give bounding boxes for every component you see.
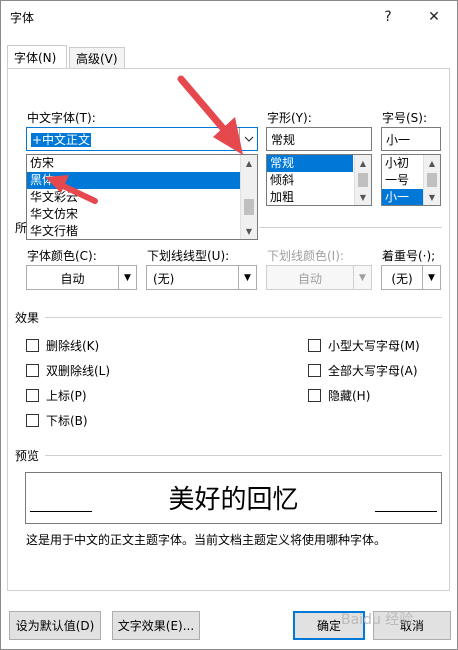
checkbox-box[interactable] <box>308 339 321 352</box>
strikethrough-checkbox[interactable]: 删除线(K) <box>26 337 99 354</box>
superscript-checkbox[interactable]: 上标(P) <box>26 387 87 404</box>
chevron-down-icon[interactable]: ▼ <box>422 266 440 289</box>
font-size-input[interactable]: 小一 <box>381 127 441 151</box>
checkbox-box[interactable] <box>26 414 39 427</box>
checkbox-label: 双删除线(L) <box>46 364 111 378</box>
font-size-list[interactable]: 小初 一号 小一 ▲ ▼ <box>381 154 441 206</box>
close-button[interactable]: ✕ <box>421 5 447 29</box>
underline-color-value: 自动 <box>297 272 322 286</box>
emphasis-select[interactable]: (无) ▼ <box>381 265 441 290</box>
tab-font[interactable]: 字体(N) <box>7 45 67 69</box>
preview-heading: 预览 <box>15 449 40 463</box>
dialog-title: 字体 <box>10 11 35 25</box>
set-default-button[interactable]: 设为默认值(D) <box>9 611 101 640</box>
chevron-down-icon[interactable]: ▼ <box>118 266 136 289</box>
font-color-label: 字体颜色(C): <box>27 249 97 263</box>
scroll-thumb[interactable] <box>244 199 254 215</box>
checkbox-box[interactable] <box>308 389 321 402</box>
scrollbar[interactable]: ▲ ▼ <box>240 155 257 239</box>
title-bar: 字体 ? ✕ <box>1 1 457 33</box>
underline-color-label: 下划线颜色(I): <box>267 249 344 263</box>
chinese-font-value: +中文正文 <box>31 133 92 147</box>
annotation-arrow <box>45 175 98 204</box>
list-item[interactable]: 华文行楷 <box>27 223 257 239</box>
watermark-text: Baidu 经验 <box>341 612 414 628</box>
double-strikethrough-checkbox[interactable]: 双删除线(L) <box>26 362 110 379</box>
chevron-down-icon: ▼ <box>353 266 371 289</box>
underline-style-label: 下划线线型(U): <box>147 249 230 263</box>
list-item[interactable]: 常规 <box>267 155 353 172</box>
all-text-group-label: 所 <box>15 221 28 235</box>
hidden-checkbox[interactable]: 隐藏(H) <box>308 387 370 404</box>
emphasis-label: 着重号(·); <box>382 249 436 263</box>
small-caps-checkbox[interactable]: 小型大写字母(M) <box>308 337 420 354</box>
all-caps-checkbox[interactable]: 全部大写字母(A) <box>308 362 418 379</box>
preview-baseline-right <box>375 511 437 512</box>
checkbox-box[interactable] <box>26 389 39 402</box>
subscript-checkbox[interactable]: 下标(B) <box>26 412 88 429</box>
checkbox-label: 下标(B) <box>46 414 88 428</box>
group-divider <box>259 227 442 228</box>
effects-heading: 效果 <box>15 311 40 325</box>
checkbox-box[interactable] <box>26 364 39 377</box>
scroll-up-icon[interactable]: ▲ <box>355 155 371 171</box>
checkbox-box[interactable] <box>308 364 321 377</box>
preview-note: 这是用于中文的正文主题字体。当前文档主题定义将使用哪种字体。 <box>26 533 387 547</box>
font-color-select[interactable]: 自动 ▼ <box>26 265 137 290</box>
scrollbar[interactable]: ▲ ▼ <box>423 155 440 205</box>
preview-divider <box>45 455 442 456</box>
checkbox-label: 隐藏(H) <box>328 389 371 403</box>
checkbox-label: 删除线(K) <box>46 339 100 353</box>
checkbox-label: 小型大写字母(M) <box>328 339 420 353</box>
font-style-label: 字形(Y): <box>267 111 312 125</box>
font-style-list[interactable]: 常规 倾斜 加粗 ▲ ▼ <box>266 154 372 206</box>
scroll-down-icon[interactable]: ▼ <box>241 223 257 239</box>
annotation-arrow <box>177 75 243 155</box>
underline-style-select[interactable]: (无) ▼ <box>146 265 257 290</box>
scroll-thumb[interactable] <box>358 173 368 187</box>
chevron-down-icon[interactable]: ▼ <box>238 266 256 289</box>
scroll-down-icon[interactable]: ▼ <box>355 189 371 205</box>
checkbox-label: 全部大写字母(A) <box>328 364 418 378</box>
effects-divider <box>45 317 442 318</box>
list-item[interactable]: 小一 <box>382 189 424 205</box>
font-style-input[interactable]: 常规 <box>266 127 372 151</box>
help-button[interactable]: ? <box>375 5 401 29</box>
scroll-down-icon[interactable]: ▼ <box>424 189 440 205</box>
tab-advanced[interactable]: 高级(V) <box>69 47 125 69</box>
chinese-font-label: 中文字体(T): <box>27 111 96 125</box>
list-item[interactable]: 华文仿宋 <box>27 206 257 223</box>
scroll-thumb[interactable] <box>427 173 437 187</box>
scroll-up-icon[interactable]: ▲ <box>424 155 440 171</box>
emphasis-value: (无) <box>391 272 413 286</box>
font-size-label: 字号(S): <box>382 111 428 125</box>
underline-color-select: 自动 ▼ <box>266 265 372 290</box>
font-color-value: 自动 <box>60 272 85 286</box>
font-dialog: 字体 ? ✕ 字体(N) 高级(V) 中文字体(T): +中文正文 仿宋 黑体 … <box>0 0 458 650</box>
preview-box: 美好的回忆 <box>25 472 442 524</box>
checkbox-label: 上标(P) <box>46 389 87 403</box>
text-effects-button[interactable]: 文字效果(E)... <box>112 611 200 640</box>
underline-style-value: (无) <box>153 272 175 286</box>
scrollbar[interactable]: ▲ ▼ <box>354 155 371 205</box>
checkbox-box[interactable] <box>26 339 39 352</box>
